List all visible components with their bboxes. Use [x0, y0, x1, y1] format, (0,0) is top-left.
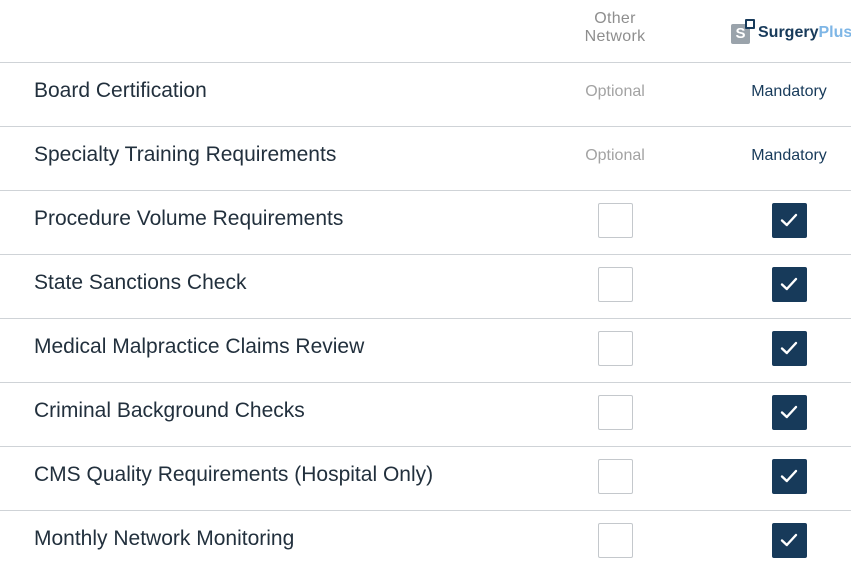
requirement-label: Medical Malpractice Claims Review: [34, 335, 365, 358]
surgeryplus-checkbox: [771, 266, 807, 302]
other-network-checkbox: [597, 266, 633, 302]
requirement-label: Procedure Volume Requirements: [34, 207, 344, 230]
requirement-label: State Sanctions Check: [34, 271, 247, 294]
other-network-header-line2: Network: [584, 28, 646, 45]
other-network-checkbox: [597, 330, 633, 366]
table-row: CMS Quality Requirements (Hospital Only): [0, 446, 851, 510]
brand-mark-dot: [745, 19, 755, 29]
table-row: Monthly Network Monitoring: [0, 510, 851, 574]
check-icon: [780, 533, 798, 547]
surgeryplus-logo-icon: S: [731, 19, 755, 44]
surgeryplus-cell: [731, 191, 847, 255]
surgeryplus-checkbox: [771, 394, 807, 430]
other-network-cell: Optional: [560, 63, 670, 127]
other-network-checkbox: [597, 522, 633, 558]
surgeryplus-cell: [731, 255, 847, 319]
surgeryplus-cell: Mandatory: [731, 63, 847, 127]
surgeryplus-cell: Mandatory: [731, 127, 847, 191]
other-network-checkbox: [597, 394, 633, 430]
check-icon: [780, 213, 798, 227]
surgeryplus-checkbox: [771, 522, 807, 558]
other-network-cell: [560, 383, 670, 447]
surgeryplus-checkbox: [771, 330, 807, 366]
other-network-checkbox: [597, 458, 633, 494]
surgeryplus-checkbox: [771, 458, 807, 494]
table-row: Medical Malpractice Claims Review: [0, 318, 851, 382]
other-network-value: Optional: [585, 147, 645, 164]
table-row: Board Certification Optional Mandatory: [0, 62, 851, 126]
requirement-label: Specialty Training Requirements: [34, 143, 337, 166]
table-row: State Sanctions Check: [0, 254, 851, 318]
brand-name-suffix: Plus: [818, 24, 851, 41]
surgeryplus-cell: [731, 319, 847, 383]
brand-name: SurgeryPlus: [758, 24, 851, 42]
other-network-cell: [560, 319, 670, 383]
other-network-cell: [560, 447, 670, 511]
check-icon: [780, 341, 798, 355]
other-network-checkbox: [597, 202, 633, 238]
check-icon: [780, 277, 798, 291]
table-row: Procedure Volume Requirements: [0, 190, 851, 254]
surgeryplus-value: Mandatory: [751, 147, 827, 164]
requirement-label: Board Certification: [34, 79, 207, 102]
surgeryplus-column-header: S SurgeryPlus: [731, 19, 851, 45]
other-network-cell: Optional: [560, 127, 670, 191]
other-network-value: Optional: [585, 83, 645, 100]
comparison-table-body: Board Certification Optional Mandatory S…: [0, 62, 851, 574]
other-network-cell: [560, 255, 670, 319]
other-network-cell: [560, 511, 670, 575]
table-row: Specialty Training Requirements Optional…: [0, 126, 851, 190]
requirement-label: CMS Quality Requirements (Hospital Only): [34, 463, 434, 486]
table-row: Criminal Background Checks: [0, 382, 851, 446]
check-icon: [780, 469, 798, 483]
brand-name-main: Surgery: [758, 24, 819, 41]
other-network-header-line1: Other: [594, 10, 636, 27]
surgeryplus-cell: [731, 511, 847, 575]
surgeryplus-value: Mandatory: [751, 83, 827, 100]
other-network-cell: [560, 191, 670, 255]
table-header: Other Network S SurgeryPlus: [0, 0, 851, 62]
check-icon: [780, 405, 798, 419]
other-network-column-header: Other Network: [560, 10, 670, 46]
surgeryplus-checkbox: [771, 202, 807, 238]
surgeryplus-cell: [731, 447, 847, 511]
requirement-label: Criminal Background Checks: [34, 399, 305, 422]
surgeryplus-cell: [731, 383, 847, 447]
requirement-label: Monthly Network Monitoring: [34, 527, 295, 550]
